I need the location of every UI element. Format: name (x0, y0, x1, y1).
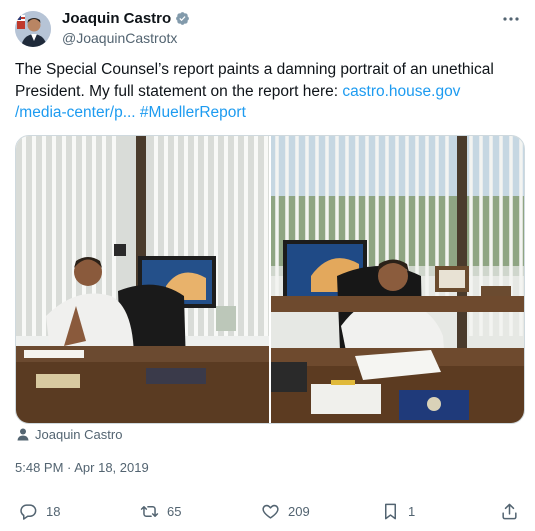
author-display-name[interactable]: Joaquin Castro (62, 10, 171, 27)
retweet-button[interactable]: 65 (140, 502, 181, 521)
person-icon (17, 428, 29, 441)
tweet-text: The Special Counsel’s report paints a da… (15, 59, 515, 124)
photo-right[interactable] (271, 136, 524, 423)
bookmark-icon (384, 503, 397, 520)
reply-button[interactable]: 18 (19, 502, 60, 521)
author-handle[interactable]: @JoaquinCastrotx (62, 30, 177, 46)
heart-icon (262, 504, 279, 519)
avatar-photo (15, 11, 51, 47)
bookmark-button[interactable]: 1 (381, 502, 415, 521)
avatar[interactable] (15, 11, 51, 47)
photo-left[interactable] (16, 136, 269, 423)
author-name-row[interactable]: Joaquin Castro (62, 10, 190, 27)
like-button[interactable]: 209 (261, 502, 310, 521)
action-bar: 18 65 209 1 (0, 490, 535, 530)
reply-count: 18 (46, 504, 61, 519)
more-options-icon[interactable] (501, 12, 521, 26)
reply-icon (20, 504, 37, 520)
hashtag-link[interactable]: #MuellerReport (140, 104, 246, 121)
tweet-card: Joaquin Castro @JoaquinCastrotx The Spec… (0, 0, 535, 531)
photo-credit-name[interactable]: Joaquin Castro (35, 427, 122, 442)
share-button[interactable] (500, 502, 519, 521)
verified-badge-icon (176, 12, 190, 25)
tweet-timestamp[interactable]: 5:48 PM · Apr 18, 2019 (15, 460, 149, 475)
retweet-icon (140, 505, 159, 518)
share-icon (502, 503, 517, 520)
photo-credit[interactable]: Joaquin Castro (17, 427, 122, 442)
like-count: 209 (288, 504, 310, 519)
media-grid (15, 135, 525, 424)
retweet-count: 65 (167, 504, 182, 519)
bookmark-count: 1 (408, 504, 416, 519)
